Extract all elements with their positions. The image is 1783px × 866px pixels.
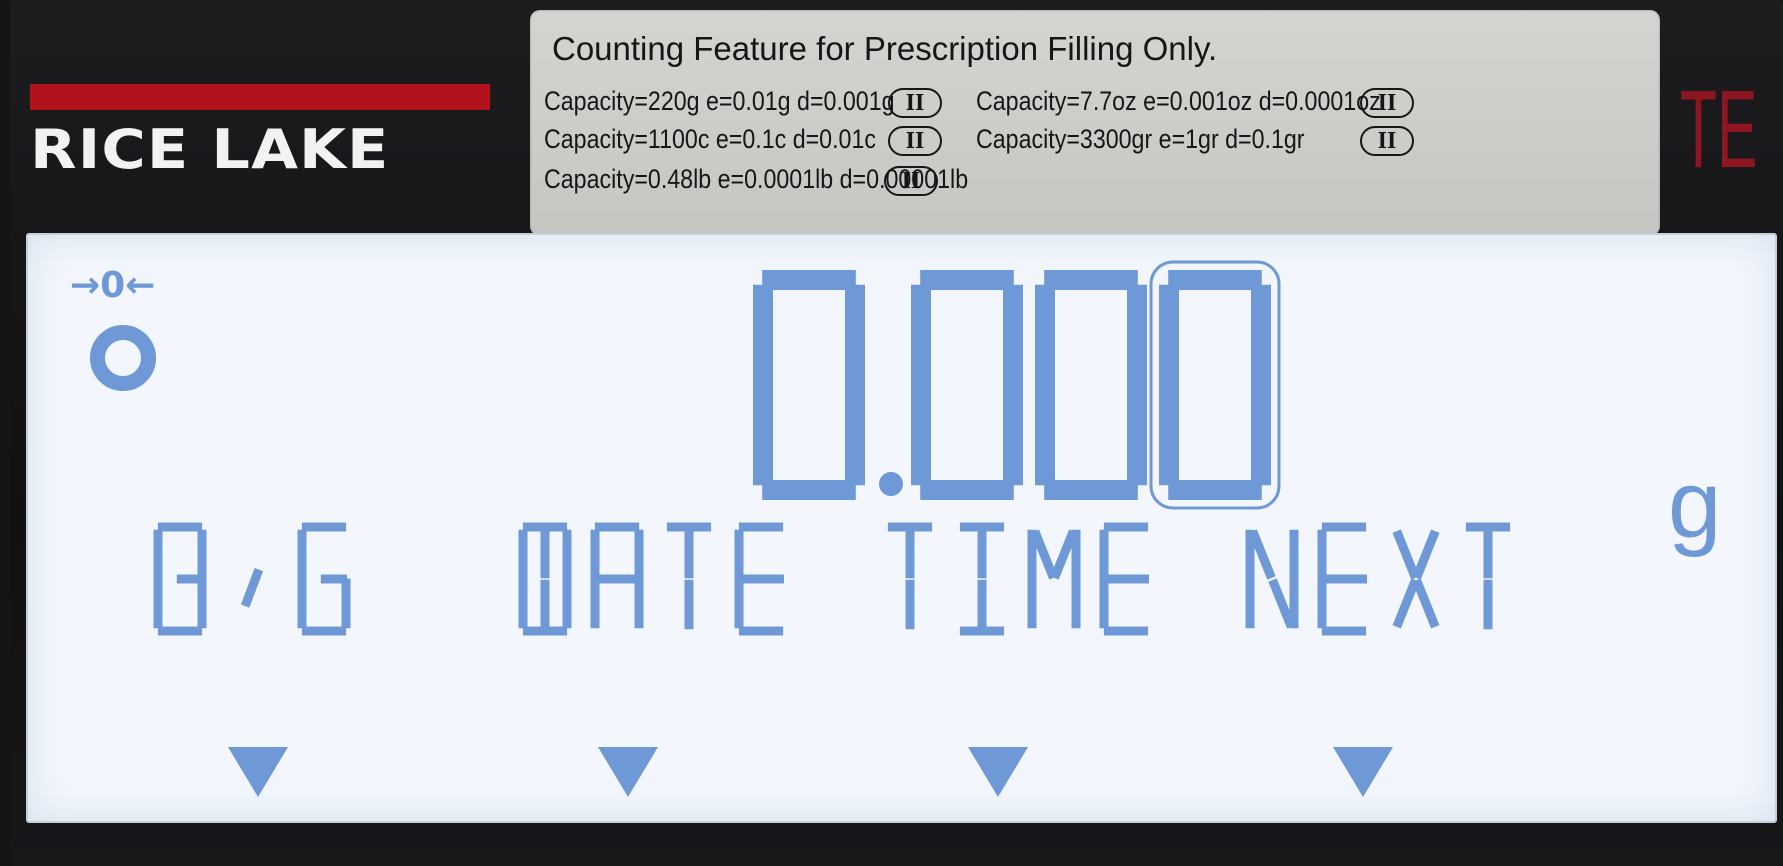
softkey-2-label-char [590, 522, 644, 629]
weight-digit [911, 270, 1023, 500]
weight-digit [1159, 270, 1271, 500]
softkey-3-label-char [887, 522, 933, 630]
softkey-4-label-char [1465, 522, 1511, 630]
accuracy-class-icon: II [1360, 88, 1414, 118]
brand-red-bar [30, 84, 490, 110]
softkey-1-label-char [153, 522, 207, 636]
accuracy-class-icon: II [884, 166, 938, 196]
softkey-4-label-char [1245, 529, 1299, 629]
accuracy-class-icon: II [888, 126, 942, 156]
specification-label: Counting Feature for Prescription Fillin… [530, 10, 1660, 236]
weight-digit [753, 270, 865, 500]
brand-name: RICE LAKE [30, 118, 390, 181]
segment-readout [153, 260, 1511, 636]
lcd-display: →0← g [26, 233, 1777, 823]
softkey-3-arrow-icon[interactable] [968, 747, 1028, 797]
softkey-2-label-char [734, 522, 784, 636]
softkey-2-label-char [518, 522, 572, 636]
softkey-3-label-char [1099, 522, 1149, 636]
softkey-2-label-char [666, 522, 712, 630]
softkey-3-label-char [1027, 529, 1081, 629]
spec-row-text: Capacity=1100c e=0.1c d=0.01c [544, 124, 876, 154]
softkey-1-label-char [240, 568, 264, 608]
spec-row: Capacity=7.7oz e=0.001oz d=0.0001oz [976, 86, 1396, 124]
softkey-4-label-char [1317, 522, 1367, 636]
spec-row-text: Capacity=3300gr e=1gr d=0.1gr [976, 124, 1305, 154]
softkey-2-arrow-icon[interactable] [598, 747, 658, 797]
softkey-4-arrow-icon[interactable] [1333, 747, 1393, 797]
te-logo: TE [1680, 68, 1758, 191]
spec-label-title: Counting Feature for Prescription Fillin… [552, 30, 1218, 67]
spec-row-text: Capacity=220g e=0.01g d=0.001g [544, 86, 895, 116]
accuracy-class-icon: II [1360, 126, 1414, 156]
rice-lake-logo: RICE LAKE [30, 84, 490, 184]
softkey-1-label-char [297, 522, 351, 636]
spec-row-text: Capacity=7.7oz e=0.001oz d=0.0001oz [976, 86, 1381, 116]
softkey-1-arrow-icon[interactable] [228, 747, 288, 797]
accuracy-class-icon: II [888, 88, 942, 118]
softkey-3-label-char [959, 522, 1005, 636]
softkey-4-label-char [1392, 529, 1440, 629]
decimal-point [879, 472, 903, 496]
weight-digit [1035, 270, 1147, 500]
spec-row: Capacity=3300gr e=1gr d=0.1gr [976, 124, 1396, 162]
weight-unit: g [1668, 451, 1722, 558]
